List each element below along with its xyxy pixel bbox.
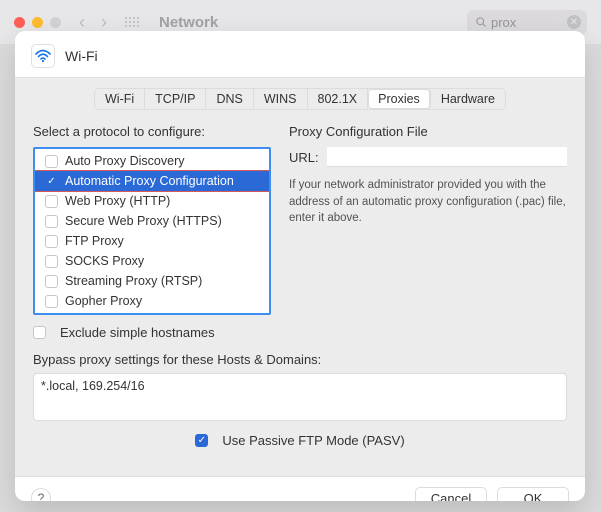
url-input[interactable] xyxy=(327,147,567,167)
pasv-checkbox[interactable]: ✓ xyxy=(195,434,208,447)
tab-hardware[interactable]: Hardware xyxy=(431,89,505,109)
window-traffic-lights xyxy=(14,17,61,28)
bypass-textarea[interactable]: *.local, 169.254/16 xyxy=(33,373,567,421)
protocol-checkbox[interactable] xyxy=(45,275,58,288)
window-title: Network xyxy=(159,14,218,31)
search-clear-button[interactable]: ✕ xyxy=(567,15,581,29)
url-label: URL: xyxy=(289,150,319,165)
config-hint-text: If your network administrator provided y… xyxy=(289,177,567,227)
protocol-checkbox[interactable] xyxy=(45,155,58,168)
wifi-icon xyxy=(31,44,55,68)
tab-8021x[interactable]: 802.1X xyxy=(308,89,369,109)
protocol-row-rtsp[interactable]: Streaming Proxy (RTSP) xyxy=(35,271,269,291)
settings-panel: Wi-Fi TCP/IP DNS WINS 802.1X Proxies Har… xyxy=(15,77,585,477)
protocol-checkbox[interactable] xyxy=(45,255,58,268)
sheet-title: Wi-Fi xyxy=(65,48,98,64)
protocol-checkbox[interactable] xyxy=(45,215,58,228)
window-close-button[interactable] xyxy=(14,17,25,28)
tab-wins[interactable]: WINS xyxy=(254,89,308,109)
protocol-row-auto-config[interactable]: ✓ Automatic Proxy Configuration xyxy=(35,171,269,191)
protocol-checkbox[interactable]: ✓ xyxy=(45,175,58,188)
protocol-heading: Select a protocol to configure: xyxy=(33,124,271,139)
protocol-checkbox[interactable] xyxy=(45,195,58,208)
back-button[interactable]: ‹ xyxy=(75,12,89,33)
bypass-label: Bypass proxy settings for these Hosts & … xyxy=(33,352,567,367)
tab-wifi[interactable]: Wi-Fi xyxy=(95,89,145,109)
protocol-list[interactable]: Auto Proxy Discovery ✓ Automatic Proxy C… xyxy=(33,147,271,315)
search-icon xyxy=(475,16,487,28)
exclude-hostnames-checkbox[interactable] xyxy=(33,326,46,339)
pasv-label: Use Passive FTP Mode (PASV) xyxy=(222,433,404,448)
protocol-row-ftp[interactable]: FTP Proxy xyxy=(35,231,269,251)
protocol-row-gopher[interactable]: Gopher Proxy xyxy=(35,291,269,311)
tab-proxies[interactable]: Proxies xyxy=(368,89,431,109)
protocol-row-https[interactable]: Secure Web Proxy (HTTPS) xyxy=(35,211,269,231)
cancel-button[interactable]: Cancel xyxy=(415,487,487,501)
protocol-row-auto-discovery[interactable]: Auto Proxy Discovery xyxy=(35,151,269,171)
window-zoom-button[interactable] xyxy=(50,17,61,28)
sheet-footer: ? Cancel OK xyxy=(15,477,585,501)
window-minimize-button[interactable] xyxy=(32,17,43,28)
forward-button[interactable]: › xyxy=(97,12,111,33)
protocol-checkbox[interactable] xyxy=(45,235,58,248)
protocol-row-http[interactable]: Web Proxy (HTTP) xyxy=(35,191,269,211)
protocol-row-socks[interactable]: SOCKS Proxy xyxy=(35,251,269,271)
proxy-settings-sheet: Wi-Fi Wi-Fi TCP/IP DNS WINS 802.1X Proxi… xyxy=(15,31,585,501)
config-file-heading: Proxy Configuration File xyxy=(289,124,567,139)
help-button[interactable]: ? xyxy=(31,488,51,501)
search-value: prox xyxy=(491,15,563,30)
exclude-hostnames-label: Exclude simple hostnames xyxy=(60,325,215,340)
tab-bar: Wi-Fi TCP/IP DNS WINS 802.1X Proxies Har… xyxy=(94,88,506,110)
sheet-header: Wi-Fi xyxy=(15,31,585,77)
tab-dns[interactable]: DNS xyxy=(206,89,253,109)
tab-tcpip[interactable]: TCP/IP xyxy=(145,89,206,109)
protocol-checkbox[interactable] xyxy=(45,295,58,308)
show-all-prefs-button[interactable] xyxy=(125,17,139,27)
ok-button[interactable]: OK xyxy=(497,487,569,501)
